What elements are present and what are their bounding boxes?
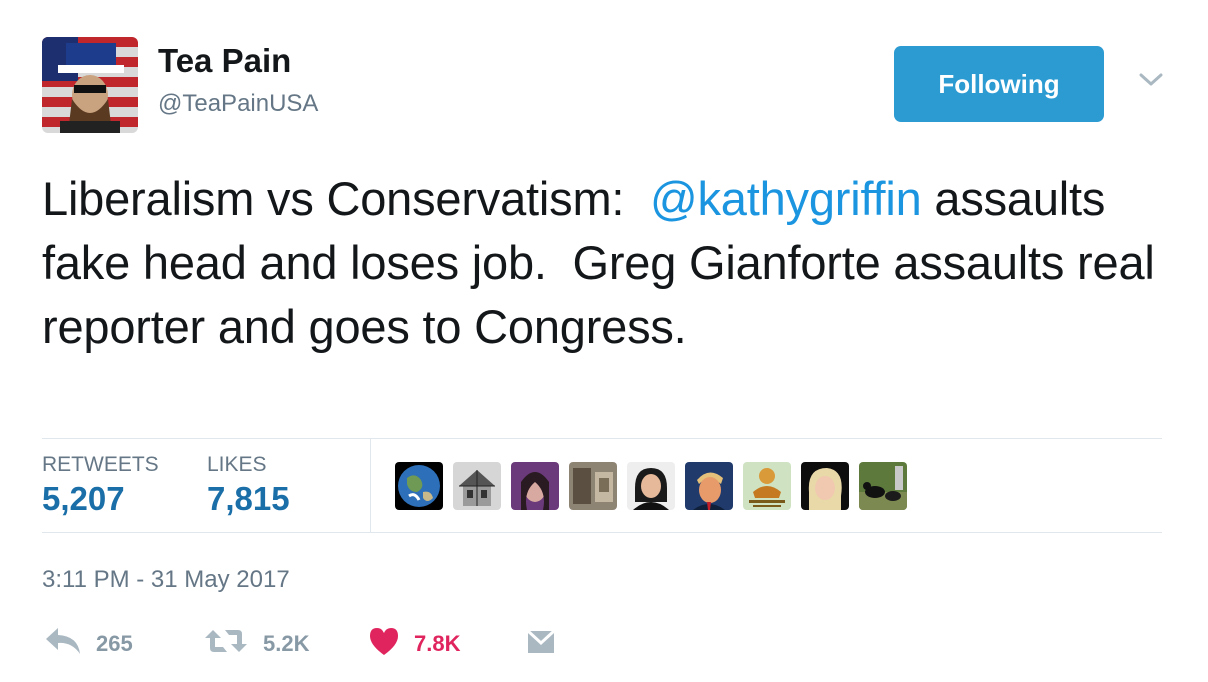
likes-count[interactable]: 7,815: [207, 480, 290, 518]
stats-bottom-divider: [42, 532, 1162, 533]
liker-avatars: [395, 462, 907, 510]
retweet-count: 5.2K: [263, 631, 310, 656]
liker-avatar-blonde-woman[interactable]: [801, 462, 849, 510]
heart-icon: [368, 626, 400, 662]
like-button[interactable]: 7.8K: [368, 626, 460, 662]
more-options-chevron-icon[interactable]: [1138, 70, 1164, 90]
liker-avatar-man-suit[interactable]: [685, 462, 733, 510]
liker-avatar-shop-photo[interactable]: [569, 462, 617, 510]
retweets-label[interactable]: RETWEETS: [42, 453, 159, 477]
retweets-count[interactable]: 5,207: [42, 480, 125, 518]
author-handle[interactable]: @TeaPainUSA: [158, 90, 318, 118]
like-count: 7.8K: [414, 631, 461, 656]
following-button[interactable]: Following: [894, 46, 1104, 122]
direct-message-button[interactable]: [526, 626, 556, 662]
stats-vertical-divider: [370, 439, 371, 532]
reply-count: 265: [96, 631, 133, 656]
stats-top-divider: [42, 438, 1162, 439]
tweet-text-intro: Liberalism vs Conservatism:: [42, 172, 650, 225]
likes-label[interactable]: LIKES: [207, 453, 267, 477]
retweet-button[interactable]: 5.2K: [203, 626, 309, 662]
tweet-text: Liberalism vs Conservatism: @kathygriffi…: [42, 167, 1172, 359]
liker-avatar-meme-poster[interactable]: [743, 462, 791, 510]
retweet-icon: [203, 626, 249, 662]
liker-avatar-earth[interactable]: [395, 462, 443, 510]
reply-button[interactable]: 265: [44, 626, 133, 662]
envelope-icon: [526, 627, 556, 661]
mention-link[interactable]: @kathygriffin: [650, 172, 922, 225]
author-avatar[interactable]: [42, 37, 138, 133]
reply-icon: [44, 626, 82, 662]
author-display-name[interactable]: Tea Pain: [158, 42, 291, 80]
liker-avatar-dogs-outdoor[interactable]: [859, 462, 907, 510]
liker-avatar-house-sketch[interactable]: [453, 462, 501, 510]
liker-avatar-woman-dark-hair[interactable]: [627, 462, 675, 510]
liker-avatar-woman-portrait[interactable]: [511, 462, 559, 510]
tweet-timestamp[interactable]: 3:11 PM - 31 May 2017: [42, 566, 290, 594]
